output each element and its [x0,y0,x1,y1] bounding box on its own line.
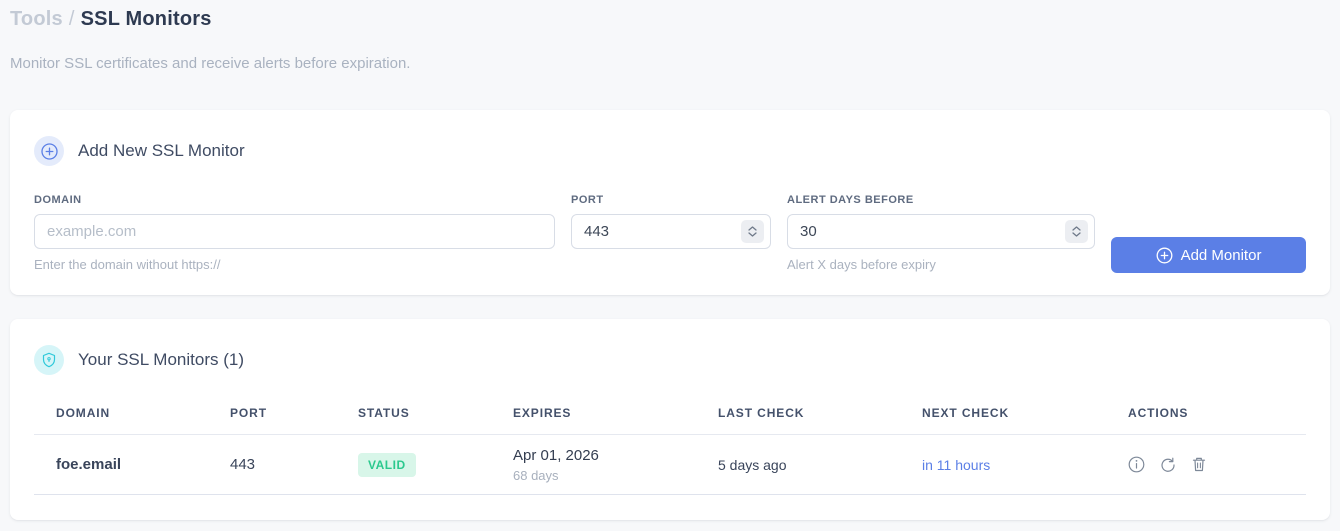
refresh-icon[interactable] [1160,457,1176,473]
page-title: SSL Monitors [80,8,212,30]
add-monitor-card: Add New SSL Monitor DOMAIN Enter the dom… [10,110,1330,295]
port-stepper[interactable] [741,220,764,243]
status-badge: VALID [358,452,416,477]
info-icon[interactable] [1128,456,1145,473]
page-subtitle: Monitor SSL certificates and receive ale… [10,55,411,72]
monitor-domain: foe.email [56,456,122,473]
submit-field-group: Add Monitor [1111,194,1306,273]
col-header-domain: DOMAIN [56,406,111,420]
alert-days-input[interactable] [787,214,1095,249]
col-header-next-check: NEXT CHECK [922,406,1010,420]
shield-lock-icon [34,345,64,375]
alert-days-label: ALERT DAYS BEFORE [787,194,914,206]
table-row: foe.email 443 VALID Apr 01, 2026 68 days… [34,435,1306,495]
add-monitor-title: Add New SSL Monitor [78,141,245,160]
monitors-title: Your SSL Monitors (1) [78,350,244,369]
alert-days-field-group: ALERT DAYS BEFORE Alert X days before ex… [787,194,1095,272]
port-label: PORT [571,194,604,206]
expires-cell: Apr 01, 2026 68 days [513,447,718,483]
plus-circle-icon [34,136,64,166]
domain-label: DOMAIN [34,194,82,206]
col-header-status: STATUS [358,406,410,420]
breadcrumb: Tools / SSL Monitors [10,8,1330,31]
monitors-card: Your SSL Monitors (1) DOMAIN PORT STATUS… [10,319,1330,520]
add-monitor-button[interactable]: Add Monitor [1111,237,1306,273]
trash-icon[interactable] [1191,456,1207,473]
plus-circle-icon [1156,247,1173,264]
add-monitor-button-label: Add Monitor [1180,246,1262,264]
next-check: in 11 hours [922,456,991,473]
col-header-actions: ACTIONS [1128,406,1189,420]
monitor-port: 443 [230,456,256,473]
table-header-row: DOMAIN PORT STATUS EXPIRES LAST CHECK NE… [34,406,1306,435]
last-check: 5 days ago [718,456,787,473]
domain-input[interactable] [34,214,555,249]
col-header-expires: EXPIRES [513,406,572,420]
col-header-port: PORT [230,406,267,420]
port-field-group: PORT [571,194,771,249]
breadcrumb-tools-link[interactable]: Tools [10,8,63,30]
card-bottom-spacer [34,495,1306,520]
breadcrumb-separator: / [68,8,75,30]
alert-days-helper-text: Alert X days before expiry [787,257,936,272]
col-header-last-check: LAST CHECK [718,406,805,420]
add-monitor-header: Add New SSL Monitor [34,136,1306,166]
alert-days-stepper[interactable] [1065,220,1088,243]
actions-cell [1128,456,1306,473]
monitors-table: DOMAIN PORT STATUS EXPIRES LAST CHECK NE… [34,406,1306,495]
ssl-monitors-page: Tools / SSL Monitors Monitor SSL certifica… [0,0,1340,520]
monitors-header: Your SSL Monitors (1) [34,345,1306,375]
expires-days-remaining: 68 days [513,467,559,483]
domain-field-group: DOMAIN Enter the domain without https:// [34,194,555,272]
domain-helper-text: Enter the domain without https:// [34,257,221,272]
expires-date: Apr 01, 2026 [513,446,599,464]
status-cell: VALID [358,452,513,477]
add-monitor-form: DOMAIN Enter the domain without https://… [34,194,1306,273]
